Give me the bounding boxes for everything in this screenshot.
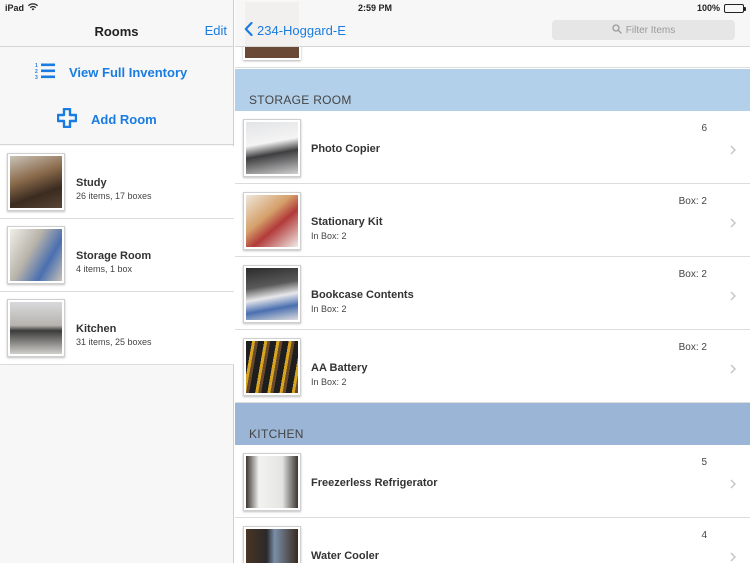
svg-text:3: 3	[35, 75, 38, 80]
item-name: Water Cooler	[311, 550, 380, 562]
item-thumbnail	[243, 453, 301, 511]
room-item-storage-room[interactable]: Storage Room 4 items, 1 box	[0, 219, 234, 292]
room-thumbnail	[7, 299, 65, 357]
item-name: Freezerless Refrigerator	[311, 477, 438, 489]
chevron-right-icon	[730, 476, 736, 494]
item-name: Stationary Kit	[311, 216, 383, 228]
add-room-button[interactable]: Add Room	[56, 107, 157, 131]
view-full-inventory-button[interactable]: 1 2 3 View Full Inventory	[35, 62, 187, 83]
edit-button[interactable]: Edit	[205, 23, 227, 38]
item-quantity: 6	[701, 123, 707, 134]
chevron-right-icon	[730, 288, 736, 306]
section-header-kitchen: KITCHEN	[235, 403, 750, 445]
item-thumbnail	[243, 526, 301, 563]
item-row-photo-copier[interactable]: Photo Copier 6	[235, 111, 750, 184]
item-quantity: Box: 2	[678, 269, 707, 280]
rooms-sidebar: Rooms Edit 1 2 3 View Full Inventory Add…	[0, 0, 234, 563]
status-time: 2:59 PM	[357, 3, 392, 13]
section-header-storage-room: STORAGE ROOM	[235, 69, 750, 111]
back-label: 234-Hoggard-E	[257, 23, 346, 38]
room-meta: 26 items, 17 boxes	[76, 191, 152, 201]
item-row-stationary-kit[interactable]: Stationary Kit In Box: 2 Box: 2	[235, 184, 750, 257]
chevron-right-icon	[730, 549, 736, 563]
item-row-water-cooler[interactable]: Water Cooler 4	[235, 518, 750, 563]
room-meta: 31 items, 25 boxes	[76, 337, 152, 347]
battery-icon	[724, 3, 746, 13]
chevron-left-icon	[244, 21, 257, 39]
filter-placeholder: Filter Items	[625, 24, 676, 36]
item-thumbnail	[243, 265, 301, 323]
room-thumbnail	[7, 226, 65, 284]
item-quantity: Box: 2	[678, 342, 707, 353]
item-thumbnail	[243, 192, 301, 250]
room-thumbnail	[7, 153, 65, 211]
item-name: Photo Copier	[311, 143, 381, 155]
item-thumbnail	[243, 338, 301, 396]
item-thumbnail	[243, 119, 301, 177]
item-subtitle: In Box: 2	[311, 231, 347, 241]
item-subtitle: In Box: 2	[311, 377, 347, 387]
room-name: Storage Room	[76, 250, 152, 262]
section-title: STORAGE ROOM	[249, 93, 352, 107]
room-meta: 4 items, 1 box	[76, 264, 133, 274]
numbered-list-icon: 1 2 3	[35, 62, 69, 83]
item-name: Bookcase Contents	[311, 289, 414, 301]
add-room-label: Add Room	[91, 112, 157, 127]
item-quantity: Box: 2	[678, 196, 707, 207]
filter-items-input[interactable]: Filter Items	[552, 20, 735, 40]
chevron-right-icon	[730, 361, 736, 379]
chevron-right-icon	[730, 215, 736, 233]
status-right: 100%	[696, 3, 746, 13]
item-row-aa-battery[interactable]: AA Battery In Box: 2 Box: 2	[235, 330, 750, 403]
item-subtitle: In Box: 2	[311, 304, 347, 314]
status-bar: iPad 2:59 PM 100%	[0, 0, 750, 15]
sidebar-title: Rooms	[94, 24, 139, 39]
item-name: AA Battery	[311, 362, 368, 374]
back-button[interactable]: 234-Hoggard-E	[244, 21, 346, 39]
battery-percent: 100%	[696, 3, 720, 13]
item-quantity: 5	[701, 457, 707, 468]
room-item-study[interactable]: Study 26 items, 17 boxes	[0, 146, 234, 219]
room-items-pane: 234-Hoggard-E Filter Items STORAGE ROOM …	[235, 0, 750, 563]
room-item-kitchen[interactable]: Kitchen 31 items, 25 boxes	[0, 292, 234, 365]
item-quantity: 4	[701, 530, 707, 541]
item-row-freezerless-refrigerator[interactable]: Freezerless Refrigerator 5	[235, 445, 750, 518]
room-name: Study	[76, 177, 107, 189]
section-title: KITCHEN	[249, 427, 304, 441]
room-name: Kitchen	[76, 323, 117, 335]
item-row-bookcase-contents[interactable]: Bookcase Contents In Box: 2 Box: 2	[235, 257, 750, 330]
search-icon	[612, 23, 626, 37]
plus-icon	[56, 107, 91, 131]
chevron-right-icon	[730, 142, 736, 160]
view-full-inventory-label: View Full Inventory	[69, 65, 188, 80]
